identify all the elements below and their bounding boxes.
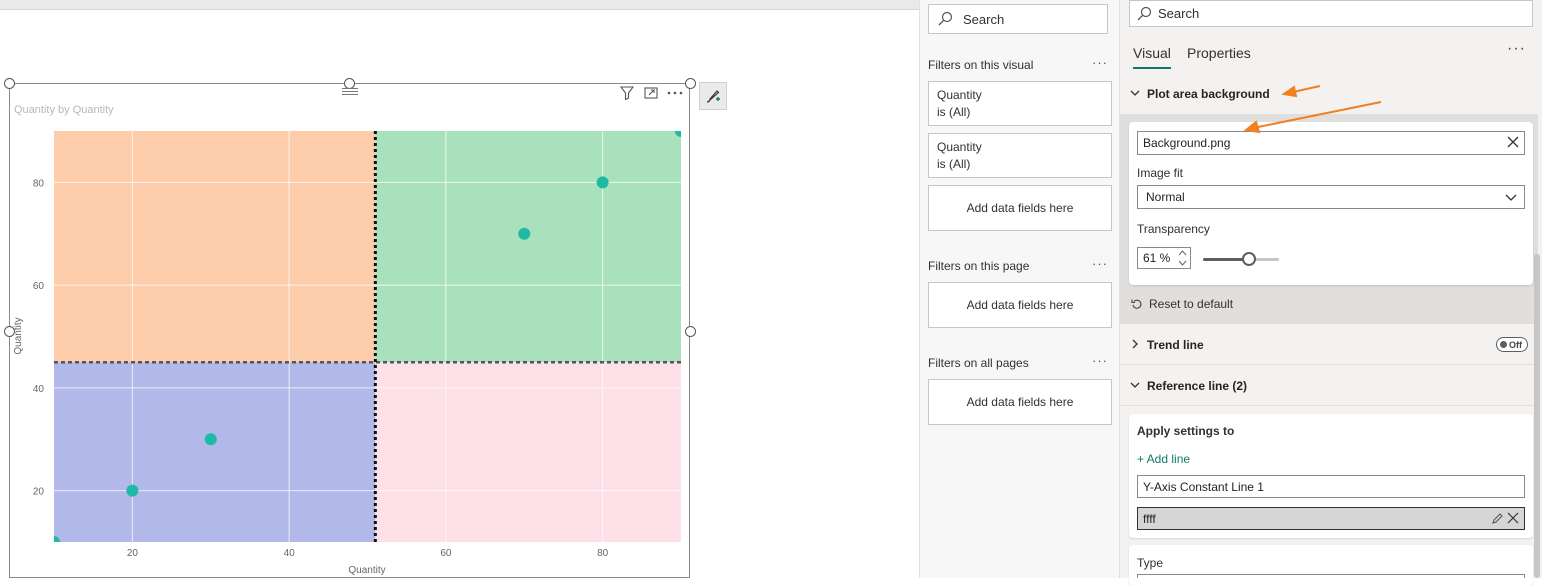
plot-area-background-header[interactable]: Plot area background: [1120, 74, 1538, 114]
chevron-down-icon: [1505, 189, 1517, 205]
close-icon[interactable]: [1507, 512, 1519, 527]
x-tick-label: 60: [440, 548, 452, 559]
selected-line-name: Y-Axis Constant Line 1: [1143, 479, 1264, 494]
toggle-state-label: Off: [1509, 339, 1522, 350]
filter-state: is (All): [937, 157, 971, 171]
filters-on-page-header: Filters on this page ···: [928, 256, 1112, 273]
x-axis-title: Quantity: [348, 565, 385, 576]
add-fields-page-dropzone[interactable]: Add data fields here: [928, 282, 1112, 328]
data-point: [518, 227, 531, 240]
trend-line-toggle[interactable]: Off: [1496, 337, 1528, 352]
reference-line-header[interactable]: Reference line (2): [1120, 366, 1538, 406]
tab-properties[interactable]: Properties: [1187, 45, 1251, 61]
add-line-link[interactable]: + Add line: [1137, 452, 1190, 466]
quadrant-bottom-right: [375, 362, 681, 542]
quadrant-top-left: [54, 131, 376, 363]
transparency-label: Transparency: [1137, 222, 1210, 236]
filters-on-all-pages-label: Filters on all pages: [928, 356, 1029, 370]
data-point: [204, 433, 217, 446]
filter-state: is (All): [937, 105, 971, 119]
filter-card-quantity-1[interactable]: Quantity is (All): [928, 81, 1112, 126]
more-options-icon[interactable]: ···: [1507, 40, 1528, 58]
filters-search-placeholder: Search: [963, 11, 1005, 27]
add-fields-visual-dropzone[interactable]: Add data fields here: [928, 185, 1112, 231]
trend-line-title: Trend line: [1147, 337, 1204, 352]
slider-thumb[interactable]: [1242, 252, 1257, 266]
more-options-icon[interactable]: ···: [1092, 256, 1108, 271]
quadrant-bottom-left: [54, 362, 376, 542]
reference-line-title: Reference line (2): [1147, 378, 1248, 393]
chevron-right-icon: [1130, 338, 1142, 352]
x-tick-label: 40: [284, 548, 296, 559]
add-fields-label: Add data fields here: [966, 201, 1074, 215]
search-icon: [1136, 6, 1152, 22]
image-fit-dropdown[interactable]: Normal: [1137, 185, 1525, 209]
format-pane-scrollbar[interactable]: [1534, 254, 1540, 578]
x-tick-label: 80: [597, 548, 609, 559]
format-search-input[interactable]: Search: [1129, 0, 1533, 27]
image-fit-value: Normal: [1146, 190, 1185, 204]
chevron-down-icon: [1130, 87, 1142, 101]
reference-line-name-value: ffff: [1143, 511, 1156, 526]
filters-search-input[interactable]: Search: [928, 4, 1108, 34]
format-search-placeholder: Search: [1158, 6, 1200, 21]
close-icon[interactable]: [1507, 135, 1519, 151]
filters-on-visual-label: Filters on this visual: [928, 58, 1034, 72]
data-point: [54, 536, 60, 542]
transparency-stepper[interactable]: 61 %: [1137, 247, 1191, 269]
trend-line-header[interactable]: Trend line Off: [1120, 325, 1538, 365]
transparency-value: 61 %: [1143, 251, 1171, 265]
plot-area-background-title: Plot area background: [1147, 87, 1270, 101]
filters-on-page-label: Filters on this page: [928, 259, 1030, 273]
data-point: [596, 176, 609, 189]
filter-card-quantity-2[interactable]: Quantity is (All): [928, 133, 1112, 178]
reference-line-name-input[interactable]: ffff: [1137, 507, 1525, 530]
y-tick-label: 80: [33, 178, 45, 189]
filters-on-visual-header: Filters on this visual ···: [928, 55, 1112, 72]
add-fields-label: Add data fields here: [966, 395, 1074, 409]
reset-icon: [1131, 299, 1142, 309]
image-fit-label: Image fit: [1137, 166, 1184, 180]
chevron-down-icon: [1130, 379, 1142, 393]
y-tick-label: 20: [33, 487, 45, 498]
background-image-field[interactable]: Background.png: [1137, 131, 1525, 155]
reference-line-selector[interactable]: Y-Axis Constant Line 1: [1137, 475, 1525, 498]
stepper-arrows-icon[interactable]: [1178, 249, 1187, 270]
report-canvas: Quantity by Quantity 20 40 60 80 20 40 60 80 Q…: [0, 0, 919, 578]
add-fields-label: Add data fields here: [966, 298, 1074, 312]
transparency-slider[interactable]: [1203, 252, 1279, 266]
more-options-icon[interactable]: ···: [1092, 353, 1108, 368]
more-options-icon[interactable]: ···: [1092, 55, 1108, 70]
y-tick-label: 60: [33, 281, 45, 292]
pencil-icon[interactable]: [1491, 512, 1504, 528]
y-axis-title: Quantity: [13, 317, 24, 354]
data-point: [675, 131, 681, 137]
reset-label: Reset to default: [1149, 297, 1234, 311]
data-point: [126, 484, 139, 497]
x-tick-label: 20: [127, 548, 139, 559]
type-dropdown-edge[interactable]: [1137, 574, 1525, 578]
filter-field-name: Quantity: [937, 88, 982, 102]
apply-settings-label: Apply settings to: [1137, 424, 1235, 438]
type-card: [1129, 545, 1533, 585]
tab-visual[interactable]: Visual: [1133, 45, 1171, 69]
scatter-chart: 20 40 60 80 20 40 60 80 Quantity Quantity: [13, 131, 681, 576]
add-fields-all-pages-dropzone[interactable]: Add data fields here: [928, 379, 1112, 425]
filters-on-all-pages-header: Filters on all pages ···: [928, 353, 1112, 370]
search-icon: [937, 11, 953, 27]
quadrant-top-right: [375, 131, 681, 363]
reset-to-default-button[interactable]: Reset to default: [1131, 297, 1233, 311]
filter-field-name: Quantity: [937, 140, 982, 154]
background-image-filename: Background.png: [1143, 136, 1231, 150]
type-label: Type: [1137, 556, 1164, 570]
y-tick-label: 40: [33, 384, 45, 395]
